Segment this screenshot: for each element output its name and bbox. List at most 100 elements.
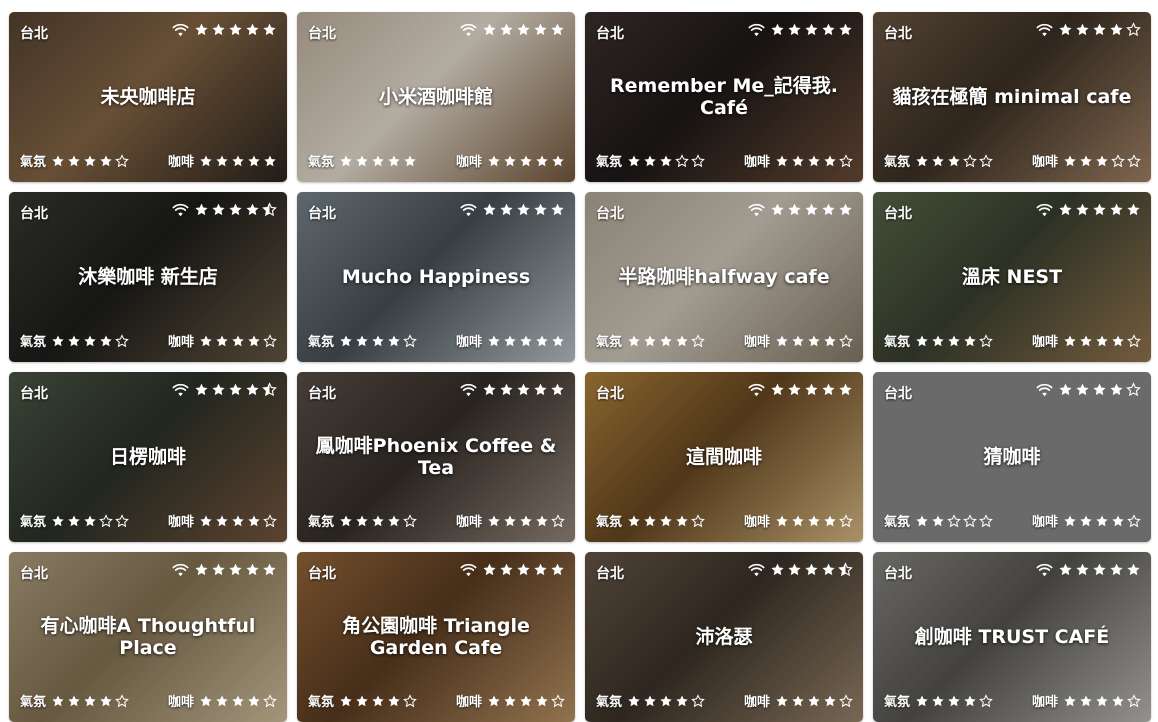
coffee-star-full-icon [231, 514, 245, 528]
coffee-star-full-icon [807, 514, 821, 528]
ambience-star-full-icon [387, 514, 401, 528]
ambience-label: 氣氛 [20, 155, 47, 170]
card-city: 台北 [596, 386, 624, 402]
ambience-rating: 氣氛 [20, 151, 129, 170]
coffee-star-full-icon [199, 514, 213, 528]
ambience-star-full-icon [659, 514, 673, 528]
wifi-icon [1036, 203, 1053, 217]
wifi-icon [460, 563, 477, 577]
card-ratings: 氣氛 咖啡 [20, 511, 277, 530]
coffee-rating: 咖啡 [1032, 331, 1141, 350]
cafe-card[interactable]: 台北 沛洛瑟 氣氛 咖啡 [585, 552, 863, 722]
ambience-star-full-icon [339, 334, 353, 348]
cafe-card[interactable]: 台北 溫床 NEST 氣氛 咖啡 [873, 192, 1151, 362]
ambience-star-full-icon [659, 154, 673, 168]
cafe-card[interactable]: 台北 這間咖啡 氣氛 咖啡 [585, 372, 863, 542]
wifi-star-full-icon [550, 22, 565, 37]
card-city: 台北 [596, 566, 624, 582]
ambience-star-full-icon [355, 154, 369, 168]
ambience-rating: 氣氛 [20, 511, 129, 530]
wifi-rating [172, 562, 277, 577]
cafe-card[interactable]: 台北 有心咖啡A Thoughtful Place 氣氛 咖啡 [9, 552, 287, 722]
cafe-card[interactable]: 台北 貓孩在極簡 minimal cafe 氣氛 咖啡 [873, 12, 1151, 182]
wifi-star-full-icon [838, 202, 853, 217]
cafe-card[interactable]: 台北 鳳咖啡Phoenix Coffee & Tea 氣氛 咖啡 [297, 372, 575, 542]
wifi-star-full-icon [550, 562, 565, 577]
card-city: 台北 [596, 26, 624, 42]
coffee-star-full-icon [519, 334, 533, 348]
ambience-label: 氣氛 [596, 515, 623, 530]
cafe-card[interactable]: 台北 猜咖啡 氣氛 咖啡 [873, 372, 1151, 542]
cafe-card[interactable]: 台北半路咖啡halfway cafe 氣氛 咖啡 [585, 192, 863, 362]
coffee-star-empty-icon [263, 333, 277, 348]
coffee-star-full-icon [1079, 514, 1093, 528]
wifi-star-full-icon [550, 382, 565, 397]
ambience-star-full-icon [355, 694, 369, 708]
ambience-label: 氣氛 [20, 515, 47, 530]
ambience-label: 氣氛 [596, 335, 623, 350]
wifi-star-full-icon [821, 202, 836, 217]
wifi-star-full-icon [482, 202, 497, 217]
card-ratings: 氣氛 咖啡 [884, 511, 1141, 530]
ambience-star-full-icon [387, 334, 401, 348]
card-ratings: 氣氛 咖啡 [596, 151, 853, 170]
coffee-star-full-icon [535, 514, 549, 528]
coffee-rating: 咖啡 [168, 151, 277, 170]
coffee-star-full-icon [215, 694, 229, 708]
coffee-star-full-icon [535, 694, 549, 708]
wifi-rating [1036, 202, 1141, 217]
coffee-star-empty-icon [839, 693, 853, 708]
wifi-star-full-icon [482, 562, 497, 577]
coffee-label: 咖啡 [743, 335, 770, 350]
cafe-card[interactable]: 台北 小米酒咖啡館 氣氛 咖啡 [297, 12, 575, 182]
cafe-card[interactable]: 台北 角公園咖啡 Triangle Garden Cafe 氣氛 咖啡 [297, 552, 575, 722]
wifi-icon [460, 23, 477, 37]
ambience-star-full-icon [627, 334, 641, 348]
wifi-star-full-icon [804, 562, 819, 577]
cafe-card[interactable]: 台北 未央咖啡店 氣氛 咖啡 [9, 12, 287, 182]
cafe-card[interactable]: 台北 創咖啡 TRUST CAFÉ 氣氛 咖啡 [873, 552, 1151, 722]
ambience-star-full-icon [675, 694, 689, 708]
wifi-star-full-icon [1075, 562, 1090, 577]
ambience-star-full-icon [355, 334, 369, 348]
cafe-card[interactable]: 台北 沐樂咖啡 新生店 氣氛 咖啡 [9, 192, 287, 362]
wifi-icon [1036, 23, 1053, 37]
cafe-card[interactable]: 台北 Remember Me_記得我. Café 氣氛 咖啡 [585, 12, 863, 182]
coffee-star-full-icon [775, 154, 789, 168]
wifi-star-full-icon [262, 22, 277, 37]
coffee-star-full-icon [1079, 154, 1093, 168]
cafe-name: 半路咖啡halfway cafe [618, 266, 830, 288]
wifi-rating [460, 202, 565, 217]
wifi-rating [1036, 382, 1141, 397]
wifi-star-full-icon [804, 22, 819, 37]
cafe-card[interactable]: 台北 Mucho Happiness 氣氛 咖啡 [297, 192, 575, 362]
ambience-star-empty-icon [691, 153, 705, 168]
wifi-star-full-icon [1075, 202, 1090, 217]
coffee-star-full-icon [807, 334, 821, 348]
ambience-star-empty-icon [979, 513, 993, 528]
wifi-icon [748, 23, 765, 37]
cafe-name: 這間咖啡 [685, 446, 762, 468]
wifi-rating [1036, 22, 1141, 37]
ambience-star-full-icon [51, 694, 65, 708]
ambience-rating: 氣氛 [20, 331, 129, 350]
wifi-rating [1036, 562, 1141, 577]
wifi-star-full-icon [482, 22, 497, 37]
wifi-star-full-icon [499, 562, 514, 577]
coffee-star-full-icon [247, 694, 261, 708]
card-ratings: 氣氛 咖啡 [20, 331, 277, 350]
wifi-star-full-icon [804, 382, 819, 397]
cafe-card[interactable]: 台北 日楞咖啡 氣氛 咖啡 [9, 372, 287, 542]
coffee-star-full-icon [775, 694, 789, 708]
cafe-name: 角公園咖啡 Triangle Garden Cafe [342, 615, 530, 659]
coffee-rating: 咖啡 [168, 691, 277, 710]
ambience-rating: 氣氛 [20, 691, 129, 710]
wifi-star-full-icon [770, 202, 785, 217]
ambience-star-full-icon [403, 154, 417, 168]
coffee-star-full-icon [519, 154, 533, 168]
ambience-star-full-icon [83, 154, 97, 168]
ambience-star-full-icon [963, 694, 977, 708]
card-city: 台北 [596, 206, 624, 222]
wifi-star-full-icon [821, 562, 836, 577]
wifi-star-full-icon [1109, 382, 1124, 397]
